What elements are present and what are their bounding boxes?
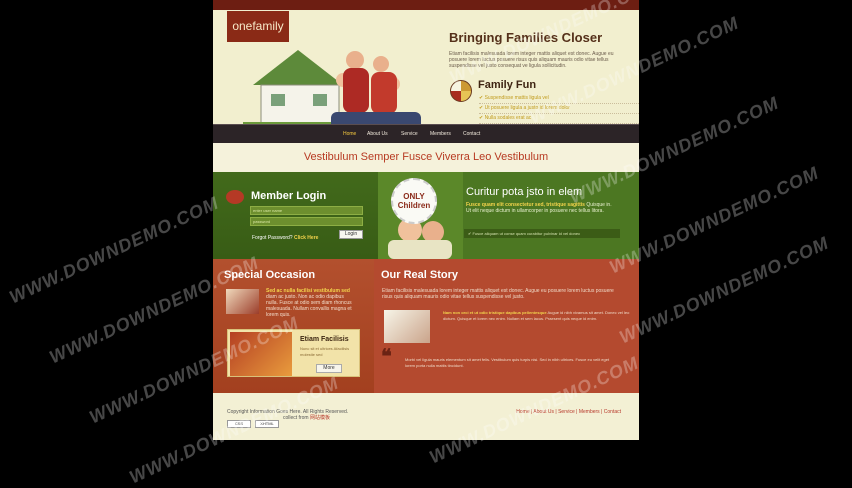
tagline-banner: Vestibulum Semper Fusce Viverra Leo Vest…	[213, 143, 639, 172]
nav-about-us[interactable]: About Us	[367, 125, 388, 143]
curitur-checklist: ✔ Fusce aliquam ut conse quam curabitur …	[464, 229, 620, 238]
family-fun-title: Family Fun	[478, 79, 537, 91]
footer-link-home[interactable]: Home	[516, 409, 529, 415]
username-input[interactable]: enter user name	[250, 206, 363, 215]
flower-icon	[226, 190, 244, 204]
beach-ball-icon	[450, 80, 472, 102]
curitur-text: Fusce quam elit consectetur sed, tristiq…	[466, 202, 612, 214]
footer-link-members[interactable]: Members	[579, 409, 600, 415]
story-paragraph: Etiam facilisis malesuada lorem integer …	[382, 288, 614, 300]
story-quote-text: Morbi vel ligula mauris elementum sit am…	[405, 357, 610, 368]
main-nav: Home About Us Service Members Contact	[213, 124, 639, 143]
red-section: Special Occasion Sed ac nulla facilisi v…	[213, 259, 639, 393]
special-occasion-text: Sed ac nulla facilisi vestibulum sed dia…	[266, 288, 352, 318]
footer-link-contact[interactable]: Contact	[604, 409, 621, 415]
only-children-badge: ONLY Children	[391, 178, 437, 224]
card-text: Nunc sit et ultrices Afacilisis molestie…	[300, 346, 350, 357]
forgot-password: Forgot Password? Click Here	[252, 235, 319, 241]
collect-link[interactable]: 网站模板	[310, 415, 330, 421]
card-title: Etiam Facilisis	[300, 336, 349, 343]
footer-link-service[interactable]: Service	[558, 409, 575, 415]
story-paragraph-2: Nam non orci et ut odio tristique dapibu…	[443, 310, 630, 321]
family-photo	[331, 51, 421, 132]
top-strip	[213, 0, 639, 10]
dancing-kids-image	[230, 332, 292, 376]
hero-title: Bringing Families Closer	[449, 30, 603, 45]
family-fun-list: ✔ Suspendisse mattis ligula vel ✔ Ut pos…	[479, 94, 639, 124]
more-button[interactable]: More	[316, 364, 342, 373]
css-badge[interactable]: CSS	[227, 420, 251, 428]
etiam-card: Etiam Facilisis Nunc sit et ultrices Afa…	[227, 329, 360, 377]
list-item[interactable]: ✔ Nulla sodales erat ac	[479, 114, 639, 124]
list-item[interactable]: ✔ Suspendisse mattis ligula vel	[479, 94, 639, 104]
watermark: WWW.DOWNDEMO.COM	[616, 232, 832, 348]
curitur-title: Curitur pota jsto in elem	[466, 186, 583, 198]
web-template-page: Bringing Families Closer Etiam facilisis…	[213, 0, 639, 440]
footer: Copyright Information Goes Here. All Rig…	[213, 393, 639, 440]
watermark: WWW.DOWNDEMO.COM	[6, 192, 222, 308]
our-story-title: Our Real Story	[381, 269, 459, 281]
hero-subtitle: Etiam facilisis malesuada lorem integer …	[449, 51, 614, 69]
footer-link-about[interactable]: About Us	[533, 409, 554, 415]
nav-members[interactable]: Members	[430, 125, 451, 143]
site-logo[interactable]: onefamily	[227, 11, 289, 42]
story-thumbnail[interactable]	[384, 310, 430, 343]
green-section: Member Login enter user name password Fo…	[213, 172, 639, 259]
nav-service[interactable]: Service	[401, 125, 418, 143]
special-occasion-title: Special Occasion	[224, 269, 316, 281]
forgot-password-link[interactable]: Click Here	[294, 235, 318, 241]
list-item[interactable]: ✔ Ut posuere ligula a justo id lorem dol…	[479, 104, 639, 114]
nav-contact[interactable]: Contact	[463, 125, 480, 143]
member-login-panel: Member Login enter user name password Fo…	[213, 172, 378, 259]
login-button[interactable]: Login	[339, 230, 363, 239]
password-input[interactable]: password	[250, 217, 363, 226]
special-occasion-panel: Special Occasion Sed ac nulla facilisi v…	[213, 259, 374, 393]
occasion-thumbnail[interactable]	[226, 289, 259, 314]
nav-home[interactable]: Home	[343, 125, 356, 143]
xhtml-badge[interactable]: XHTML	[255, 420, 279, 428]
member-login-title: Member Login	[251, 190, 327, 202]
footer-links: Home | About Us | Service | Members | Co…	[516, 409, 621, 415]
quote-icon: ❝	[381, 346, 392, 368]
